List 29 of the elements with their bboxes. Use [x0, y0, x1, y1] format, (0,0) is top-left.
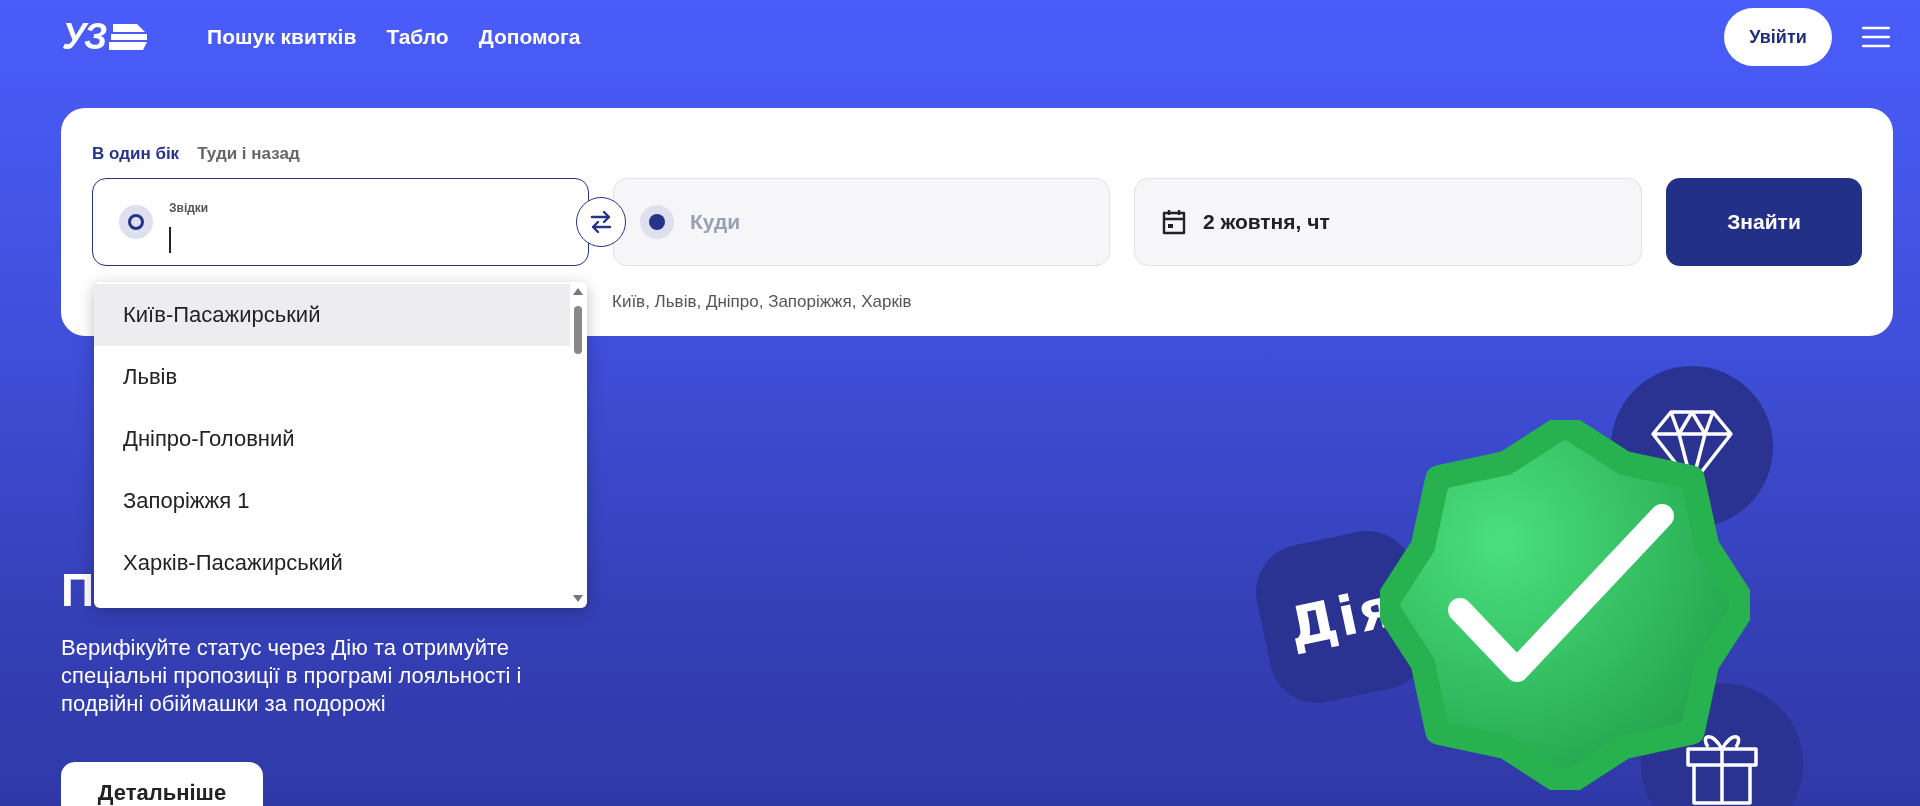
scroll-down-icon[interactable]	[573, 595, 583, 602]
search-button[interactable]: Знайти	[1666, 178, 1862, 266]
logo-stripes-icon	[107, 22, 148, 52]
nav-link[interactable]: Допомога	[478, 25, 581, 49]
details-button[interactable]: Детальніше	[61, 762, 263, 806]
promo-text: Верифікуйте статус через Дію та отримуйте спеціальні пропозиції в програмі лояльності і подвійні обіймашки за подорожі	[61, 634, 523, 718]
calendar-icon	[1161, 208, 1187, 236]
suggestion-item[interactable]: Дніпро-Головний	[94, 408, 570, 470]
destination-icon	[640, 205, 674, 239]
scrollbar-thumb[interactable]	[574, 306, 582, 354]
login-button[interactable]: Увійти	[1724, 8, 1832, 66]
menu-icon[interactable]	[1862, 26, 1890, 48]
from-field[interactable]: Звідки	[92, 178, 589, 266]
logo-text: УЗ	[62, 16, 106, 58]
origin-icon	[119, 205, 153, 239]
suggestion-item[interactable]: Київ-Пасажирський	[94, 284, 570, 346]
suggestion-item[interactable]: Харків-Пасажирський	[94, 532, 570, 594]
promo-heading: П	[61, 563, 95, 618]
text-cursor	[169, 227, 171, 253]
suggestion-item[interactable]: Львів	[94, 346, 570, 408]
scroll-up-icon[interactable]	[573, 288, 583, 295]
suggestion-item[interactable]: Запоріжжя 1	[94, 470, 570, 532]
popular-cities-hint: Київ, Львів, Дніпро, Запоріжжя, Харків	[612, 292, 912, 312]
from-label: Звідки	[169, 201, 209, 215]
nav-link[interactable]: Табло	[386, 25, 449, 49]
nav-link[interactable]: Пошук квитків	[207, 25, 357, 49]
trip-type-tab[interactable]: В один бік	[92, 144, 180, 164]
trip-type-tab[interactable]: Туди і назад	[197, 144, 300, 164]
date-field[interactable]: 2 жовтня, чт	[1134, 178, 1642, 266]
